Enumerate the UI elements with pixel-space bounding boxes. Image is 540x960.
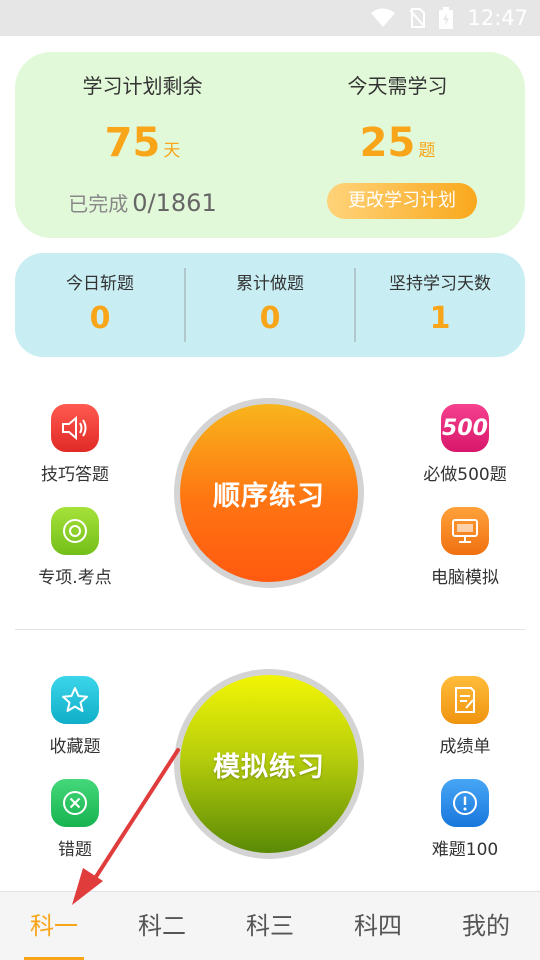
tab-subject-3[interactable]: 科三 <box>216 892 324 960</box>
completed-label: 已完成 <box>68 192 129 216</box>
feature-wrong-questions[interactable]: 错题 <box>20 779 130 860</box>
badge-500-text: 500 <box>442 415 488 441</box>
tab-mine[interactable]: 我的 <box>432 892 540 960</box>
stat-value: 1 <box>429 301 451 336</box>
plan-today-section: 今天需学习 25 题 更改学习计划 <box>270 52 525 238</box>
battery-icon <box>439 7 454 29</box>
sequential-practice-label: 顺序练习 <box>180 404 358 582</box>
target-icon <box>51 507 99 555</box>
sequential-practice-button[interactable]: 顺序练习 <box>174 398 364 588</box>
today-questions-value: 25 <box>359 120 416 166</box>
feature-label: 必做500题 <box>423 465 507 485</box>
stat-label: 累计做题 <box>236 274 304 294</box>
mock-exam-button[interactable]: 模拟练习 <box>174 669 364 859</box>
feature-special-topics[interactable]: 专项.考点 <box>20 507 130 588</box>
close-circle-icon <box>51 779 99 827</box>
tab-label: 科一 <box>30 912 78 940</box>
feature-label: 错题 <box>58 840 92 860</box>
tab-label: 我的 <box>462 912 510 940</box>
tab-label: 科二 <box>138 912 186 940</box>
feature-label: 成绩单 <box>439 737 491 757</box>
tab-subject-4[interactable]: 科四 <box>324 892 432 960</box>
stat-total-done: 累计做题 0 <box>185 253 355 357</box>
section-divider <box>15 629 525 630</box>
completed-progress: 已完成 0/1861 <box>15 188 270 217</box>
feature-label: 电脑模拟 <box>431 568 499 588</box>
feature-hard-100[interactable]: 难题100 <box>410 779 520 860</box>
feature-must-do-500[interactable]: 500 必做500题 <box>410 404 520 485</box>
days-unit: 天 <box>163 141 181 161</box>
feature-favorites[interactable]: 收藏题 <box>20 676 130 757</box>
stat-study-days: 坚持学习天数 1 <box>355 253 525 357</box>
plan-remaining-days: 75 天 <box>15 120 270 166</box>
completed-value: 0/1861 <box>132 189 217 217</box>
status-time: 12:47 <box>467 6 528 30</box>
stat-value: 0 <box>89 301 111 336</box>
status-icons: 12:47 <box>371 5 528 31</box>
study-plan-card: 学习计划剩余 75 天 已完成 0/1861 今天需学习 25 题 更改学习计划 <box>15 52 525 238</box>
plan-today-title: 今天需学习 <box>347 74 448 98</box>
feature-label: 专项.考点 <box>38 568 112 588</box>
plan-remaining-title: 学习计划剩余 <box>82 74 203 98</box>
no-sim-icon <box>409 8 426 28</box>
change-plan-button[interactable]: 更改学习计划 <box>327 183 477 219</box>
feature-computer-simulation[interactable]: 电脑模拟 <box>410 507 520 588</box>
speaker-icon <box>51 404 99 452</box>
star-icon <box>51 676 99 724</box>
stat-label: 今日斩题 <box>66 274 134 294</box>
tab-subject-2[interactable]: 科二 <box>108 892 216 960</box>
stats-card: 今日斩题 0 累计做题 0 坚持学习天数 1 <box>15 253 525 357</box>
monitor-icon <box>441 507 489 555</box>
plan-today-questions: 25 题 <box>270 120 525 166</box>
tab-label: 科四 <box>354 912 402 940</box>
stat-label: 坚持学习天数 <box>389 274 491 294</box>
stat-value: 0 <box>259 301 281 336</box>
report-icon <box>441 676 489 724</box>
feature-tips-answer[interactable]: 技巧答题 <box>20 404 130 485</box>
feature-score-report[interactable]: 成绩单 <box>410 676 520 757</box>
bottom-tab-bar: 科一 科二 科三 科四 我的 <box>0 891 540 960</box>
feature-label: 收藏题 <box>49 737 101 757</box>
wifi-icon <box>371 8 396 28</box>
feature-label: 技巧答题 <box>41 465 109 485</box>
days-remaining-value: 75 <box>104 120 161 166</box>
plan-remaining-section: 学习计划剩余 75 天 已完成 0/1861 <box>15 52 270 238</box>
mock-exam-label: 模拟练习 <box>180 675 358 853</box>
tab-subject-1[interactable]: 科一 <box>0 892 108 960</box>
tab-label: 科三 <box>246 912 294 940</box>
alert-icon <box>441 779 489 827</box>
stat-today-solved: 今日斩题 0 <box>15 253 185 357</box>
badge-500-icon: 500 <box>441 404 489 452</box>
status-bar: 12:47 <box>0 0 540 36</box>
questions-unit: 题 <box>418 141 436 161</box>
feature-label: 难题100 <box>431 840 499 860</box>
